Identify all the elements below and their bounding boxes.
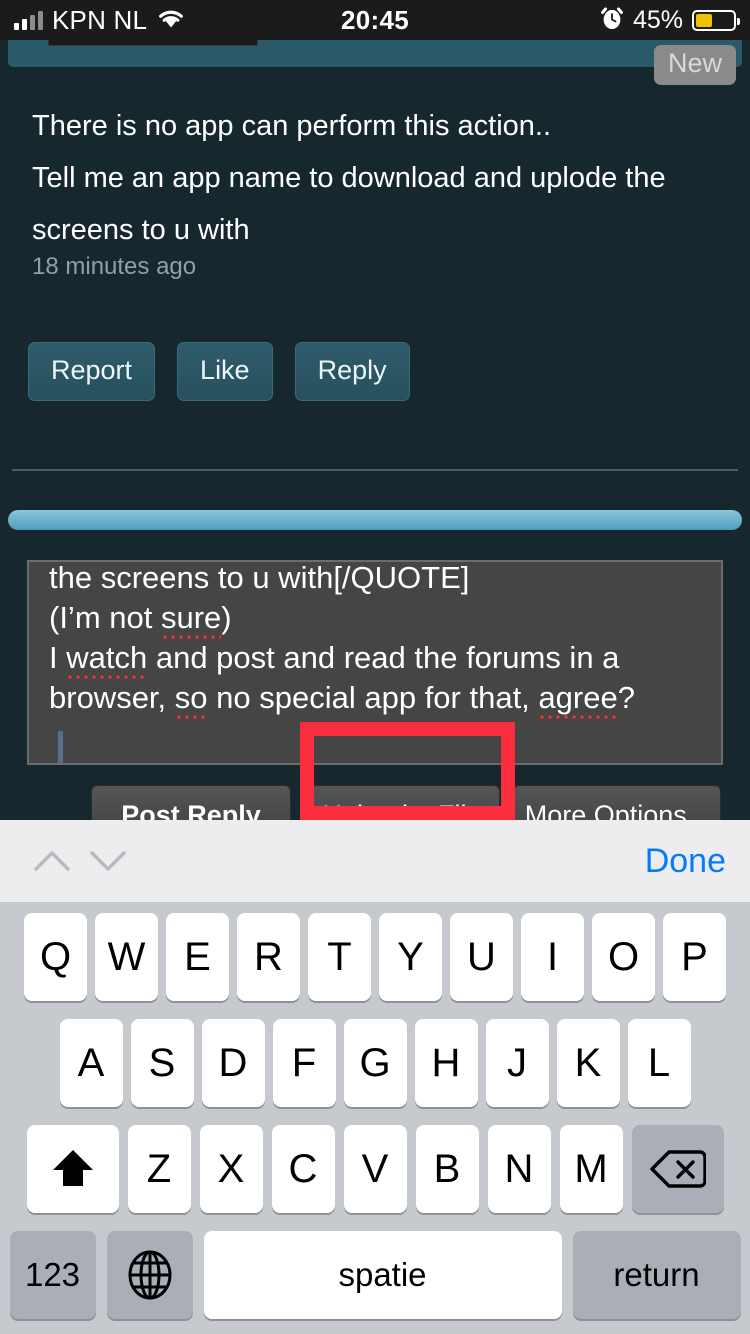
- keyboard-row-1: Q W E R T Y U I O P: [0, 913, 750, 1001]
- shift-arrow-icon[interactable]: [26, 1125, 119, 1213]
- key-c[interactable]: C: [271, 1125, 335, 1213]
- more-options-button[interactable]: More Options...: [513, 785, 721, 820]
- key-p[interactable]: P: [663, 913, 726, 1001]
- key-x[interactable]: X: [199, 1125, 263, 1213]
- signal-bars-icon: [14, 10, 43, 30]
- editor-text: (I’m not: [49, 600, 161, 635]
- misspelled-word: agree: [538, 680, 618, 715]
- forum-page: New There is no app can perform this act…: [0, 40, 750, 820]
- key-a[interactable]: A: [59, 1019, 123, 1107]
- editor-text: I: [49, 640, 67, 675]
- post-body: There is no app can perform this action.…: [32, 100, 722, 256]
- key-w[interactable]: W: [95, 913, 158, 1001]
- key-b[interactable]: B: [415, 1125, 479, 1213]
- reply-button[interactable]: Reply: [294, 342, 410, 401]
- reply-textarea[interactable]: the screens to u with[/QUOTE] (I’m not s…: [27, 560, 723, 765]
- key-d[interactable]: D: [201, 1019, 265, 1107]
- globe-language-icon[interactable]: [106, 1231, 193, 1319]
- post-line: Tell me an app name to download and uplo…: [32, 162, 666, 194]
- key-r[interactable]: R: [237, 913, 300, 1001]
- report-button[interactable]: Report: [28, 342, 156, 401]
- like-button[interactable]: Like: [177, 342, 273, 401]
- section-divider: [12, 469, 738, 471]
- done-button[interactable]: Done: [645, 842, 726, 881]
- status-bar-left: KPN NL: [14, 5, 186, 36]
- key-v[interactable]: V: [343, 1125, 407, 1213]
- post-action-row: Report Like Reply: [28, 342, 410, 401]
- battery-percent-label: 45%: [632, 5, 683, 34]
- return-key[interactable]: return: [572, 1231, 741, 1319]
- editor-text: no special app for that,: [207, 680, 539, 715]
- upload-a-file-button[interactable]: Upload a File: [304, 785, 500, 820]
- key-g[interactable]: G: [343, 1019, 407, 1107]
- key-k[interactable]: K: [556, 1019, 620, 1107]
- key-s[interactable]: S: [130, 1019, 194, 1107]
- editor-text: the screens to u with[/QUOTE]: [49, 560, 470, 595]
- battery-icon: [692, 9, 740, 31]
- status-bar-right: 45%: [600, 5, 740, 36]
- keyboard-row-2: A S D F G H J K L: [0, 1019, 750, 1107]
- misspelled-word: watch: [66, 640, 148, 675]
- chevron-down-icon[interactable]: [80, 833, 136, 889]
- blue-accent-bar[interactable]: [8, 510, 742, 530]
- editor-text: ?: [617, 680, 635, 715]
- thread-header-nub: [48, 40, 258, 46]
- post-reply-button[interactable]: Post Reply: [91, 785, 291, 820]
- key-t[interactable]: T: [308, 913, 371, 1001]
- key-e[interactable]: E: [166, 913, 229, 1001]
- editor-text: browser,: [49, 680, 175, 715]
- editor-text: ): [221, 600, 232, 635]
- key-l[interactable]: L: [627, 1019, 691, 1107]
- space-key[interactable]: spatie: [203, 1231, 562, 1319]
- key-y[interactable]: Y: [379, 913, 442, 1001]
- alarm-clock-icon: [600, 5, 624, 36]
- text-caret: [58, 731, 63, 763]
- new-post-badge: New: [653, 45, 736, 85]
- key-u[interactable]: U: [450, 913, 513, 1001]
- chevron-up-icon[interactable]: [24, 833, 80, 889]
- misspelled-word: so: [174, 680, 208, 715]
- reply-form-buttons: Post Reply Upload a File More Options...: [91, 785, 721, 820]
- key-z[interactable]: Z: [127, 1125, 191, 1213]
- phone-screen: KPN NL 20:45 45% New There is no app can…: [0, 0, 750, 1334]
- post-line: There is no app can perform this action.…: [32, 110, 552, 142]
- editor-text: and post and read the forums in a: [147, 640, 620, 675]
- thread-header-bar: [8, 40, 742, 67]
- numbers-key[interactable]: 123: [9, 1231, 96, 1319]
- carrier-label: KPN NL: [52, 4, 148, 35]
- editor-line: I watch and post and read the forums in …: [29, 638, 721, 678]
- post-line: screens to u with: [32, 214, 250, 246]
- keyboard-accessory-bar: Done: [0, 820, 750, 903]
- onscreen-keyboard: Q W E R T Y U I O P A S D F G H J K L Z: [0, 903, 750, 1334]
- editor-line: (I’m not sure): [29, 598, 721, 638]
- backspace-delete-icon[interactable]: [631, 1125, 724, 1213]
- post-timestamp: 18 minutes ago: [32, 253, 197, 280]
- key-q[interactable]: Q: [24, 913, 87, 1001]
- wifi-icon: [156, 7, 186, 34]
- key-h[interactable]: H: [414, 1019, 478, 1107]
- key-j[interactable]: J: [485, 1019, 549, 1107]
- editor-line: the screens to u with[/QUOTE]: [29, 560, 721, 598]
- key-n[interactable]: N: [487, 1125, 551, 1213]
- editor-line: browser, so no special app for that, agr…: [29, 678, 721, 718]
- misspelled-word: sure: [160, 600, 222, 635]
- key-f[interactable]: F: [272, 1019, 336, 1107]
- key-i[interactable]: I: [521, 913, 584, 1001]
- status-bar: KPN NL 20:45 45%: [0, 0, 750, 40]
- keyboard-row-3: Z X C V B N M: [0, 1125, 750, 1213]
- keyboard-row-4: 123 spatie return: [0, 1231, 750, 1319]
- key-o[interactable]: O: [592, 913, 655, 1001]
- key-m[interactable]: M: [559, 1125, 623, 1213]
